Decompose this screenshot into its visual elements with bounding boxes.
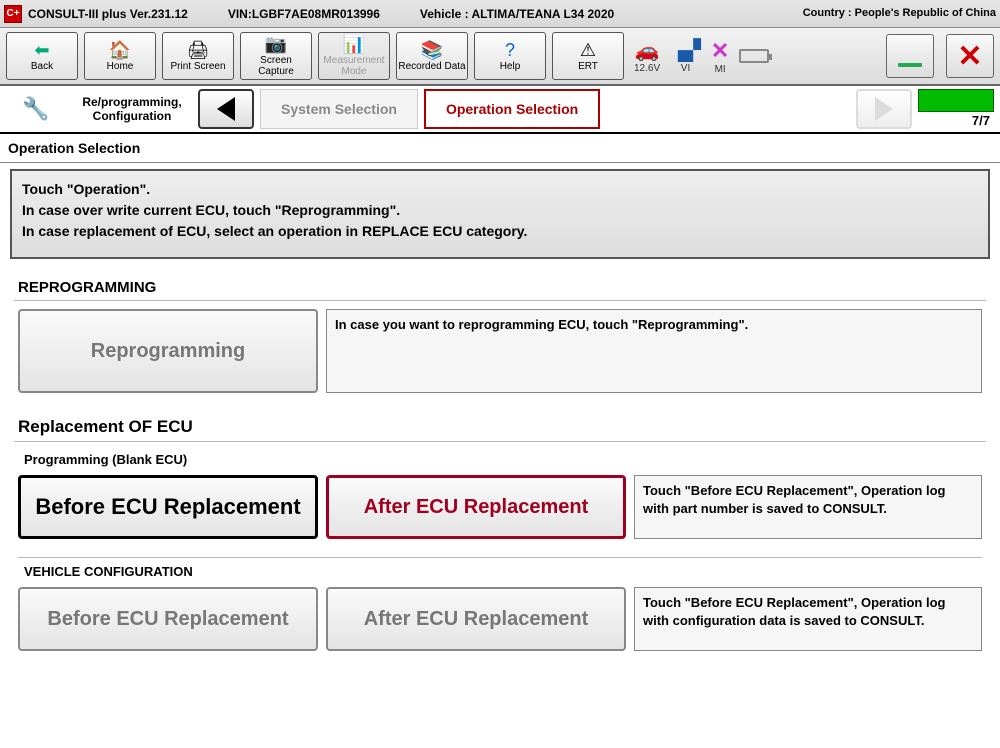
voltage-status: 🚗12.6V (634, 38, 660, 74)
after-ecu-replacement-config-button[interactable]: After ECU Replacement (326, 587, 626, 651)
main-area: Touch "Operation". In case over write cu… (0, 163, 1000, 663)
instruction-line: In case replacement of ECU, select an op… (22, 221, 978, 242)
mode-icon: 🔧 (6, 89, 66, 129)
breadcrumb-row: 🔧 Re/programming, Configuration System S… (0, 86, 1000, 134)
breadcrumb-step-current[interactable]: Operation Selection (424, 89, 600, 129)
vehicle-label: Vehicle : ALTIMA/TEANA L34 2020 (420, 7, 614, 21)
instruction-line: Touch "Operation". (22, 179, 978, 200)
recorded-data-button[interactable]: 📚Recorded Data (396, 32, 468, 80)
vin-label: VIN:LGBF7AE08MR013996 (228, 7, 380, 21)
app-icon: C+ (4, 5, 22, 23)
home-icon: 🏠 (109, 41, 131, 59)
minimize-button[interactable] (886, 34, 934, 78)
triangle-left-icon (217, 97, 235, 121)
back-arrow-icon: ⬅ (34, 41, 49, 59)
screen-capture-button[interactable]: 📷Screen Capture (240, 32, 312, 80)
vehicle-config-subtitle: VEHICLE CONFIGURATION (18, 557, 982, 581)
progress-text: 7/7 (918, 112, 994, 129)
progress-bar (918, 89, 994, 112)
mi-status: ✕MI (711, 38, 729, 75)
breadcrumb-step-prev[interactable]: System Selection (260, 89, 418, 129)
programming-subtitle: Programming (Blank ECU) (18, 450, 982, 469)
close-button[interactable]: ✕ (946, 34, 994, 78)
battery-status (739, 49, 769, 63)
battery-icon (739, 49, 769, 63)
vi-status: ▗▞VI (670, 38, 701, 74)
vi-icon: ▗▞ (670, 38, 701, 63)
car-icon: 🚗 (635, 38, 660, 63)
info-bar: C+ CONSULT-III plus Ver.231.12 VIN:LGBF7… (0, 0, 1000, 28)
nav-prev-button[interactable] (198, 89, 254, 129)
app-title: CONSULT-III plus Ver.231.12 (28, 7, 188, 21)
measurement-icon: 📊 (343, 35, 365, 53)
programming-desc: Touch "Before ECU Replacement", Operatio… (634, 475, 982, 539)
ert-button[interactable]: ⚠ERT (552, 32, 624, 80)
after-ecu-replacement-button[interactable]: After ECU Replacement (326, 475, 626, 539)
before-ecu-replacement-button[interactable]: Before ECU Replacement (18, 475, 318, 539)
reprogramming-button[interactable]: Reprogramming (18, 309, 318, 393)
section-title: Operation Selection (0, 134, 1000, 163)
instruction-line: In case over write current ECU, touch "R… (22, 200, 978, 221)
nav-next-button (856, 89, 912, 129)
warning-icon: ⚠ (580, 41, 596, 59)
before-ecu-replacement-config-button[interactable]: Before ECU Replacement (18, 587, 318, 651)
help-button[interactable]: ?Help (474, 32, 546, 80)
replacement-title: Replacement OF ECU (14, 411, 986, 442)
triangle-right-icon (875, 97, 893, 121)
x-icon: ✕ (711, 38, 729, 64)
reprogramming-desc: In case you want to reprogramming ECU, t… (326, 309, 982, 393)
instruction-box: Touch "Operation". In case over write cu… (10, 169, 990, 259)
minimize-icon (898, 63, 922, 67)
vehicle-config-desc: Touch "Before ECU Replacement", Operatio… (634, 587, 982, 651)
mode-label: Re/programming, Configuration (72, 95, 192, 124)
back-button[interactable]: ⬅Back (6, 32, 78, 80)
print-button[interactable]: 🖨Print Screen (162, 32, 234, 80)
status-icons: 🚗12.6V ▗▞VI ✕MI (634, 38, 769, 75)
reprogramming-title: REPROGRAMMING (14, 273, 986, 301)
help-icon: ? (505, 41, 515, 59)
recorded-icon: 📚 (421, 41, 443, 59)
measurement-button[interactable]: 📊Measurement Mode (318, 32, 390, 80)
close-icon: ✕ (957, 39, 982, 74)
printer-icon: 🖨 (187, 41, 210, 59)
country-label: Country : People's Republic of China (803, 7, 996, 19)
camera-icon: 📷 (265, 35, 287, 53)
progress-indicator: 7/7 (918, 89, 994, 129)
toolbar: ⬅Back 🏠Home 🖨Print Screen 📷Screen Captur… (0, 28, 1000, 86)
home-button[interactable]: 🏠Home (84, 32, 156, 80)
